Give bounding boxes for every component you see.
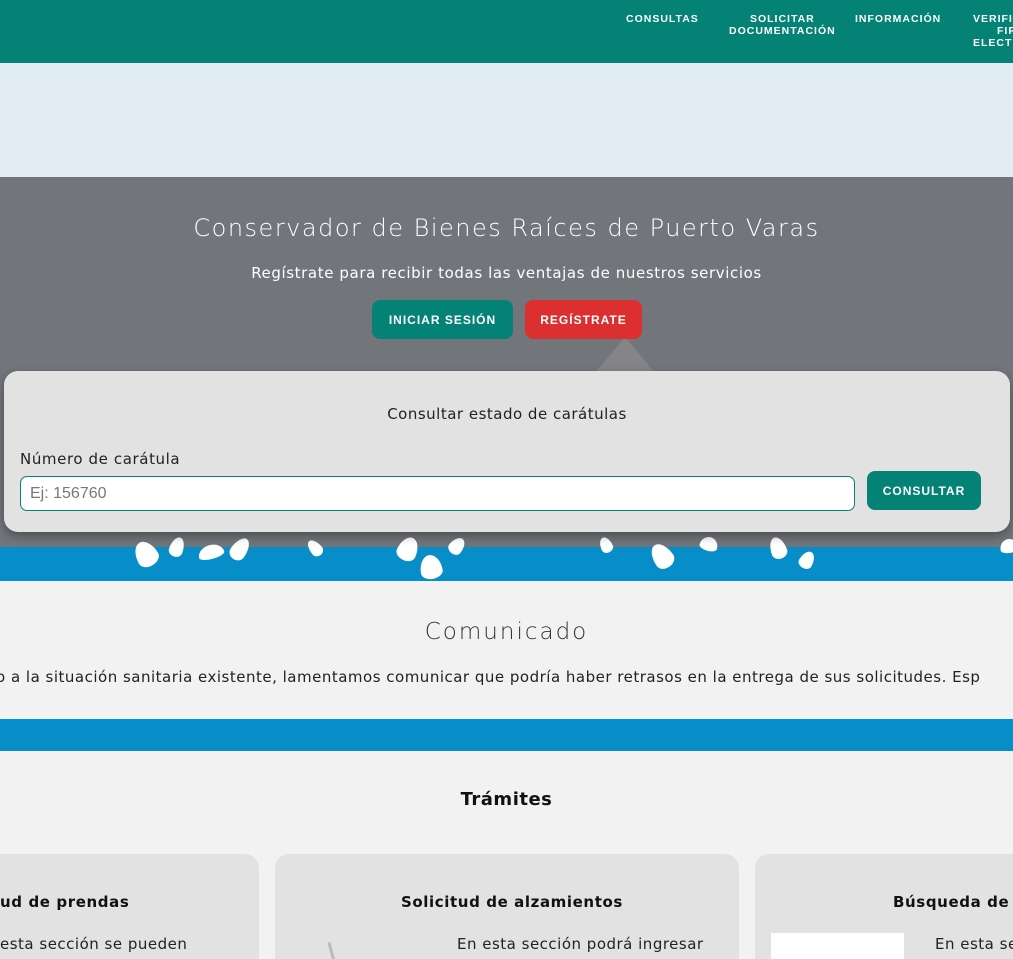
nav-informacion-label: INFORMACIÓN	[855, 13, 942, 25]
tramite-card-text: esta sección se pueden	[0, 935, 188, 953]
tramite-card-title: Solicitud de alzamientos	[401, 893, 623, 911]
nav-solicitar-label-2: DOCUMENTACIÓN	[729, 25, 836, 37]
nav-verificar-label-3: ELECT	[973, 37, 1013, 49]
tramite-card-text: En esta se	[935, 935, 1013, 953]
consultar-button[interactable]: CONSULTAR	[867, 471, 981, 510]
decorative-leaf	[998, 537, 1013, 555]
comunicado-title: Comunicado	[424, 619, 589, 645]
hero-title: Conservador de Bienes Raíces de Puerto V…	[193, 214, 820, 242]
nav-consultas-label: CONSULTAS	[626, 13, 699, 25]
tramite-card-image	[327, 941, 336, 959]
tramite-card-title: ud de prendas	[0, 893, 130, 911]
search-card-title: Consultar estado de carátulas	[387, 405, 627, 423]
nav-informacion[interactable]: INFORMACIÓN	[855, 13, 941, 25]
hero-subtitle: Regístrate para recibir todas las ventaj…	[251, 264, 762, 282]
top-nav: CONSULTAS SOLICITAR DOCUMENTACIÓN INFORM…	[0, 0, 1013, 63]
caratula-number-label: Número de carátula	[20, 450, 181, 468]
tramite-card-text: En esta sección podrá ingresar	[457, 935, 704, 953]
nav-verificar-label-1: VERIFI	[973, 13, 1013, 25]
login-button[interactable]: INICIAR SESIÓN	[372, 300, 513, 339]
tramite-card-title: Búsqueda de c	[893, 893, 1013, 911]
tramite-card-prendas[interactable]: ud de prendas esta sección se pueden	[0, 854, 259, 959]
header-band	[0, 63, 1013, 177]
tramite-card-alzamientos[interactable]: Solicitud de alzamientos En esta sección…	[275, 854, 739, 959]
nav-verificar-firma[interactable]: VERIFI FIR ELECT	[973, 13, 1013, 49]
nav-solicitar-label-1: SOLICITAR	[749, 13, 815, 25]
section-divider-band	[0, 719, 1013, 751]
nav-solicitar-documentacion[interactable]: SOLICITAR DOCUMENTACIÓN	[729, 13, 836, 37]
nav-verificar-label-2: FIR	[997, 25, 1013, 37]
tramite-card-busqueda[interactable]: Búsqueda de c En esta se	[755, 854, 1013, 959]
register-button[interactable]: REGÍSTRATE	[525, 300, 642, 339]
tramite-card-image	[771, 933, 904, 959]
comunicado-text: do a la situación sanitaria existente, l…	[0, 668, 981, 686]
caratula-search-card: Consultar estado de carátulas Número de …	[4, 371, 1010, 532]
nav-consultas[interactable]: CONSULTAS	[626, 13, 699, 25]
tramites-title: Trámites	[460, 789, 553, 810]
caratula-number-input[interactable]	[20, 476, 855, 511]
